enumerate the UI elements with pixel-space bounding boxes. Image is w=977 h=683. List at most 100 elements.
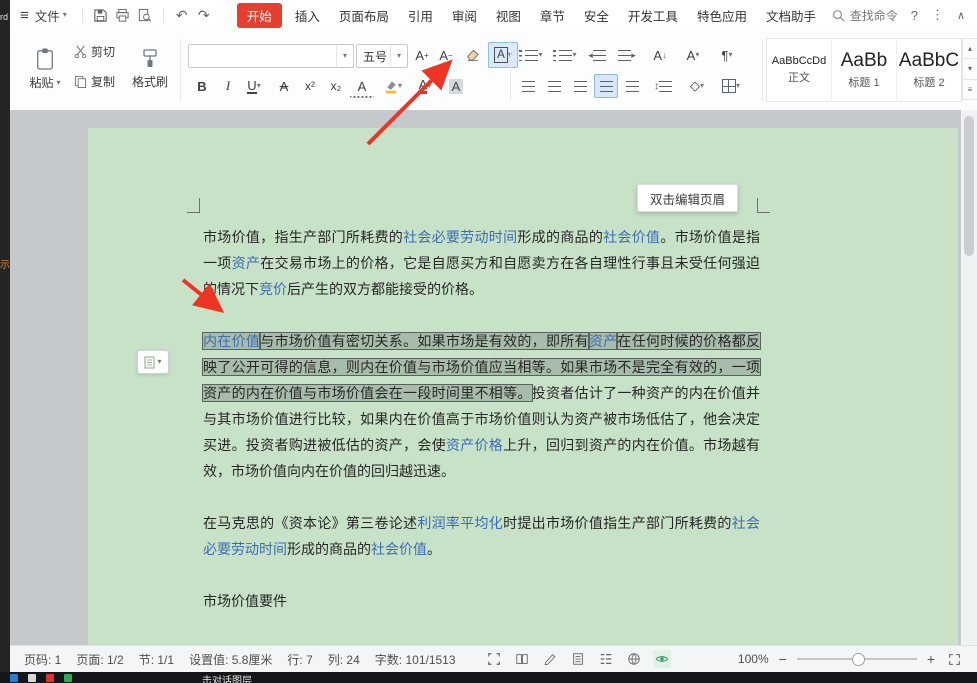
tab-special-apps[interactable]: 特色应用	[691, 3, 753, 28]
underline-button[interactable]: U ▾	[242, 74, 266, 98]
grow-font-button[interactable]: A+	[410, 43, 434, 67]
doc-link[interactable]: 竞价	[259, 281, 287, 297]
doc-link[interactable]: 社会价值	[371, 541, 427, 557]
shrink-font-button[interactable]: A−	[434, 43, 458, 67]
doc-text: 形成的商品的	[287, 541, 371, 557]
copy-button[interactable]: 复制	[74, 73, 115, 90]
paste-button[interactable]: 粘贴 ▾	[22, 38, 68, 100]
doc-link[interactable]: 资产	[232, 255, 261, 271]
ink-tool-button[interactable]	[541, 650, 559, 668]
tab-security[interactable]: 安全	[578, 3, 615, 28]
vertical-scrollbar[interactable]	[961, 110, 977, 645]
paragraph[interactable]: 市场价值要件	[203, 588, 760, 614]
gallery-scroll-down-button[interactable]: ▾	[962, 59, 977, 79]
save-button[interactable]	[90, 5, 112, 25]
scrollbar-thumb[interactable]	[964, 116, 974, 256]
clear-format-button[interactable]	[460, 43, 484, 67]
doc-link[interactable]: 利润率平均化	[417, 515, 503, 531]
file-menu[interactable]: 文件 ▾	[35, 6, 67, 25]
style-heading-1[interactable]: AaBb 标题 1	[832, 39, 897, 101]
fullscreen-view-button[interactable]	[485, 650, 503, 668]
fit-page-button[interactable]	[945, 650, 963, 668]
borders-button[interactable]: ▾	[716, 74, 746, 98]
superscript-button[interactable]: x²	[298, 74, 322, 98]
italic-button[interactable]: I	[216, 74, 240, 98]
font-name-combo[interactable]: ▾	[188, 44, 354, 68]
chevron-down-icon: ▾	[427, 82, 431, 90]
shading-button[interactable]: ◇ ▾	[682, 74, 712, 98]
document-workspace: 市场价值，指生产部门所耗费的社会必要劳动时间形成的商品的社会价值。市场价值是指一…	[10, 110, 961, 645]
character-shading-button[interactable]: A	[444, 74, 468, 98]
zoom-out-button[interactable]: −	[779, 651, 787, 667]
doc-link[interactable]: 资产价格	[446, 437, 503, 453]
bold-button[interactable]: B	[190, 74, 214, 98]
font-color-button[interactable]: A ▾	[410, 74, 440, 98]
print-preview-button[interactable]	[134, 5, 156, 25]
decrease-indent-button[interactable]: ◂	[584, 43, 610, 67]
align-center-button[interactable]	[542, 74, 566, 98]
tab-doc-assistant[interactable]: 文档助手	[760, 3, 822, 28]
numbered-list-button[interactable]: ▾	[550, 43, 580, 67]
paragraph[interactable]: 在马克思的《资本论》第三卷论述利润率平均化时提出市场价值指生产部门所耗费的社会必…	[203, 510, 760, 562]
bullet-list-button[interactable]: ▾	[516, 43, 546, 67]
document-page[interactable]: 市场价值，指生产部门所耗费的社会必要劳动时间形成的商品的社会价值。市场价值是指一…	[88, 128, 958, 645]
doc-link[interactable]: 社会必要劳动时间	[403, 229, 517, 245]
tab-references[interactable]: 引用	[402, 3, 439, 28]
app-menu-icon[interactable]: ≡	[20, 7, 29, 24]
font-size-combo[interactable]: 五号 ▾	[356, 44, 408, 68]
doc-link[interactable]: 社会价值	[603, 229, 660, 245]
text-tool-button[interactable]: A ▾	[678, 43, 708, 67]
edit-header-tooltip[interactable]: 双击编辑页眉	[637, 184, 738, 212]
align-center-icon	[548, 81, 561, 92]
gallery-more-button[interactable]: ≡	[962, 80, 977, 100]
tab-insert[interactable]: 插入	[289, 3, 326, 28]
increase-indent-button[interactable]: ▸	[614, 43, 640, 67]
read-layout-button[interactable]	[513, 650, 531, 668]
zoom-level[interactable]: 100%	[738, 652, 769, 666]
tab-view[interactable]: 视图	[490, 3, 527, 28]
zoom-slider-thumb[interactable]	[852, 653, 865, 666]
align-right-button[interactable]	[568, 74, 592, 98]
paragraph[interactable]: 市场价值，指生产部门所耗费的社会必要劳动时间形成的商品的社会价值。市场价值是指一…	[203, 224, 760, 302]
find-command-button[interactable]: 查找命令	[832, 7, 898, 24]
status-word-count[interactable]: 字数: 101/1513	[375, 651, 456, 668]
print-button[interactable]	[112, 5, 134, 25]
line-spacing-button[interactable]: ↕	[648, 74, 678, 98]
tab-section[interactable]: 章节	[534, 3, 571, 28]
redo-button[interactable]: ↷	[193, 7, 215, 24]
tab-home[interactable]: 开始	[237, 3, 282, 28]
paste-options-floatie[interactable]: ▾	[137, 350, 169, 374]
tab-page-layout[interactable]: 页面布局	[333, 3, 395, 28]
sort-button[interactable]: A↓	[646, 43, 674, 67]
doc-link[interactable]: 资产	[589, 333, 618, 349]
collapse-ribbon-icon[interactable]: ∧	[957, 9, 965, 22]
highlight-color-button[interactable]: ▾	[378, 74, 408, 98]
zoom-in-button[interactable]: +	[927, 651, 935, 667]
phonetic-guide-button[interactable]: A	[350, 76, 374, 98]
tab-review[interactable]: 审阅	[446, 3, 483, 28]
style-normal[interactable]: AaBbCcDd 正文	[767, 39, 832, 101]
paragraph[interactable]: 内在价值与市场价值有密切关系。如果市场是有效的，即所有资产在任何时候的价格都反映…	[203, 328, 760, 484]
paragraph-mark-button[interactable]: ¶ ▾	[712, 43, 742, 67]
doc-text-block[interactable]: 市场价值，指生产部门所耗费的社会必要劳动时间形成的商品的社会价值。市场价值是指一…	[203, 224, 760, 645]
zoom-slider[interactable]	[797, 658, 917, 660]
more-menu-icon[interactable]: ⋮	[931, 7, 944, 23]
cut-button[interactable]: 剪切	[74, 43, 115, 60]
tab-dev-tools[interactable]: 开发工具	[622, 3, 684, 28]
page-view-button[interactable]	[569, 650, 587, 668]
justify-button[interactable]	[594, 74, 618, 98]
subscript-button[interactable]: x₂	[324, 74, 348, 98]
gallery-scroll-up-button[interactable]: ▴	[962, 38, 977, 59]
web-layout-button[interactable]	[625, 650, 643, 668]
distribute-button[interactable]	[620, 74, 644, 98]
doc-link[interactable]: 内在价值	[203, 333, 260, 349]
character-border-button[interactable]: A ▾	[488, 42, 518, 68]
help-button[interactable]: ?	[911, 8, 918, 23]
outline-view-button[interactable]	[597, 650, 615, 668]
undo-button[interactable]: ↶	[171, 7, 193, 24]
eye-protection-button[interactable]	[653, 650, 671, 668]
format-painter-button[interactable]: 格式刷	[126, 38, 174, 100]
style-heading-2[interactable]: AaBbC 标题 2	[897, 39, 962, 101]
align-left-button[interactable]	[516, 74, 540, 98]
strikethrough-button[interactable]: A	[272, 74, 296, 98]
